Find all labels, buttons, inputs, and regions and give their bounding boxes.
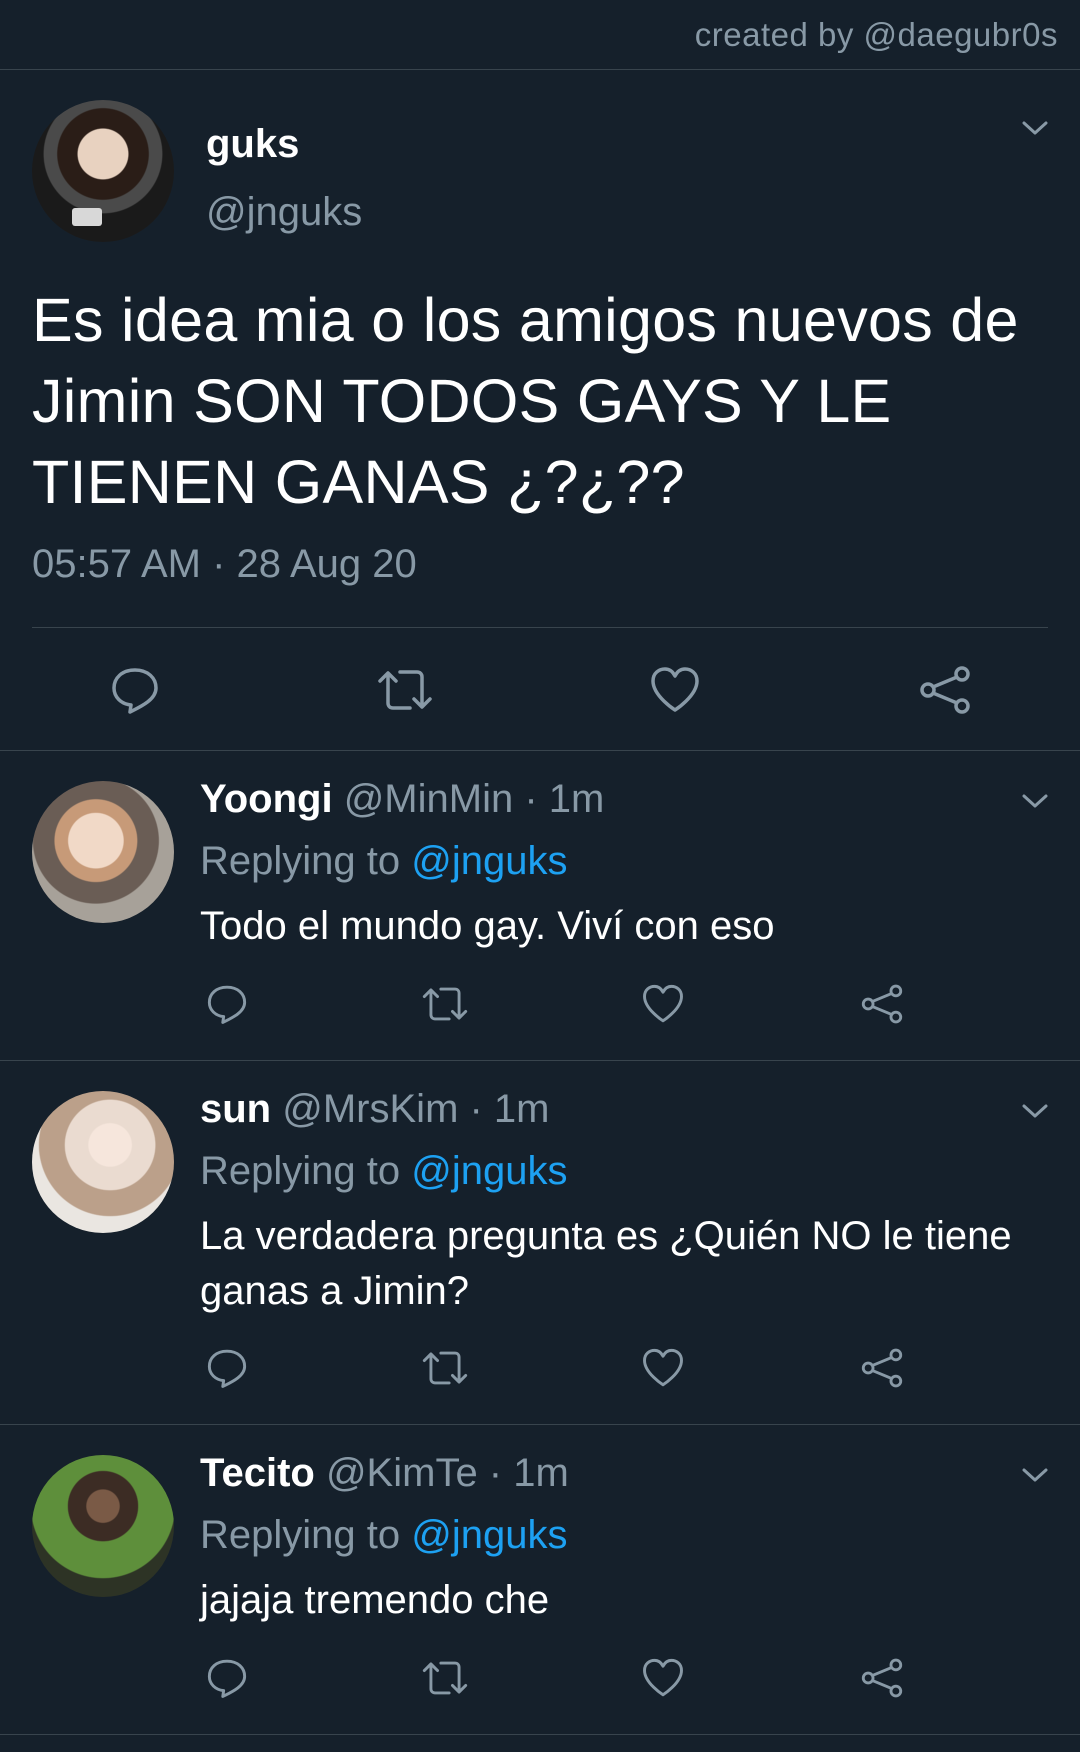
reply-header: sun @MrsKim · 1m — [200, 1087, 550, 1132]
share-icon[interactable] — [857, 979, 907, 1029]
author-name[interactable]: guks — [206, 122, 299, 167]
retweet-icon[interactable] — [420, 1343, 470, 1393]
author-handle-time[interactable]: @KimTe · 1m — [326, 1451, 569, 1495]
replying-to: Replying to @jnguks — [200, 1149, 567, 1194]
retweet-icon[interactable] — [420, 979, 470, 1029]
chevron-down-icon[interactable] — [1020, 791, 1050, 811]
replying-to: Replying to @jnguks — [200, 1513, 567, 1558]
like-icon[interactable] — [638, 1653, 688, 1703]
share-icon[interactable] — [915, 660, 975, 720]
reply-text: La verdadera pregunta es ¿Quién NO le ti… — [200, 1214, 1012, 1313]
reply-icon[interactable] — [105, 660, 165, 720]
tweet-text: Es idea mia o los amigos nuevos de Jimin… — [32, 286, 1019, 516]
reply-icon[interactable] — [202, 979, 252, 1029]
like-icon[interactable] — [645, 660, 705, 720]
credit-bar: created by @daegubr0s — [0, 0, 1080, 70]
avatar[interactable] — [32, 100, 174, 242]
reply-text: jajaja tremendo che — [200, 1578, 550, 1622]
author-name[interactable]: sun — [200, 1087, 271, 1131]
replying-to-label: Replying to — [200, 1149, 412, 1193]
tweet-actions — [0, 1343, 1080, 1403]
reply-tweet[interactable]: Yoongi @MinMin · 1m Replying to @jnguks … — [0, 751, 1080, 1061]
author-handle[interactable]: @jnguks — [206, 190, 362, 235]
main-tweet[interactable]: guks @jnguks Es idea mia o los amigos nu… — [0, 70, 1080, 751]
like-icon[interactable] — [638, 1343, 688, 1393]
avatar[interactable] — [32, 781, 174, 923]
tweet-actions — [0, 1653, 1080, 1713]
replying-to-handle[interactable]: @jnguks — [411, 1149, 567, 1193]
replying-to: Replying to @jnguks — [200, 839, 567, 884]
author-handle-time[interactable]: @MinMin · 1m — [344, 777, 605, 821]
author-name[interactable]: Tecito — [200, 1451, 315, 1495]
tweet-actions — [0, 979, 1080, 1039]
credit-text: created by @daegubr0s — [694, 16, 1058, 53]
chevron-down-icon[interactable] — [1020, 1465, 1050, 1485]
author-name[interactable]: Yoongi — [200, 777, 333, 821]
like-icon[interactable] — [638, 979, 688, 1029]
tweet-thread-screen: created by @daegubr0s guks @jnguks Es id… — [0, 0, 1080, 1752]
author-handle-time[interactable]: @MrsKim · 1m — [282, 1087, 549, 1131]
avatar[interactable] — [32, 1091, 174, 1233]
reply-header: Tecito @KimTe · 1m — [200, 1451, 569, 1496]
chevron-down-icon[interactable] — [1020, 118, 1050, 138]
reply-text: Todo el mundo gay. Viví con eso — [200, 904, 775, 948]
tweet-timestamp[interactable]: 05:57 AM · 28 Aug 20 — [32, 542, 417, 587]
reply-tweet[interactable]: sun @MrsKim · 1m Replying to @jnguks La … — [0, 1061, 1080, 1425]
retweet-icon[interactable] — [375, 660, 435, 720]
avatar[interactable] — [32, 1455, 174, 1597]
retweet-icon[interactable] — [420, 1653, 470, 1703]
reply-icon[interactable] — [202, 1343, 252, 1393]
reply-tweet[interactable]: Tecito @KimTe · 1m Replying to @jnguks j… — [0, 1425, 1080, 1735]
replying-to-label: Replying to — [200, 839, 412, 883]
share-icon[interactable] — [857, 1653, 907, 1703]
divider — [32, 627, 1048, 628]
reply-icon[interactable] — [202, 1653, 252, 1703]
replying-to-handle[interactable]: @jnguks — [411, 839, 567, 883]
reply-header: Yoongi @MinMin · 1m — [200, 777, 604, 822]
share-icon[interactable] — [857, 1343, 907, 1393]
replying-to-label: Replying to — [200, 1513, 412, 1557]
tweet-actions — [0, 660, 1080, 720]
chevron-down-icon[interactable] — [1020, 1101, 1050, 1121]
replying-to-handle[interactable]: @jnguks — [411, 1513, 567, 1557]
